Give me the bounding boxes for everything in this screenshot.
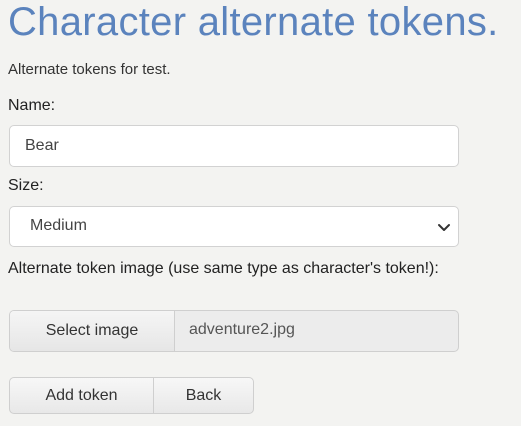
size-select-value: Medium <box>30 217 87 234</box>
file-name-display: adventure2.jpg <box>189 321 295 338</box>
page: Character alternate tokens. Alternate to… <box>0 0 521 426</box>
name-input[interactable] <box>9 125 459 167</box>
name-label: Name: <box>8 97 56 114</box>
chevron-down-icon <box>438 224 450 231</box>
add-token-button[interactable]: Add token <box>10 378 154 413</box>
action-button-group: Add token Back <box>9 377 254 414</box>
page-subtitle: Alternate tokens for test. <box>8 61 171 78</box>
back-button[interactable]: Back <box>154 378 253 413</box>
file-input-group: Select image adventure2.jpg <box>9 310 459 352</box>
page-title: Character alternate tokens. <box>8 0 499 44</box>
size-select[interactable]: Medium <box>9 206 459 247</box>
token-image-label: Alternate token image (use same type as … <box>8 260 439 277</box>
size-label: Size: <box>8 177 44 194</box>
select-image-button[interactable]: Select image <box>10 311 175 351</box>
